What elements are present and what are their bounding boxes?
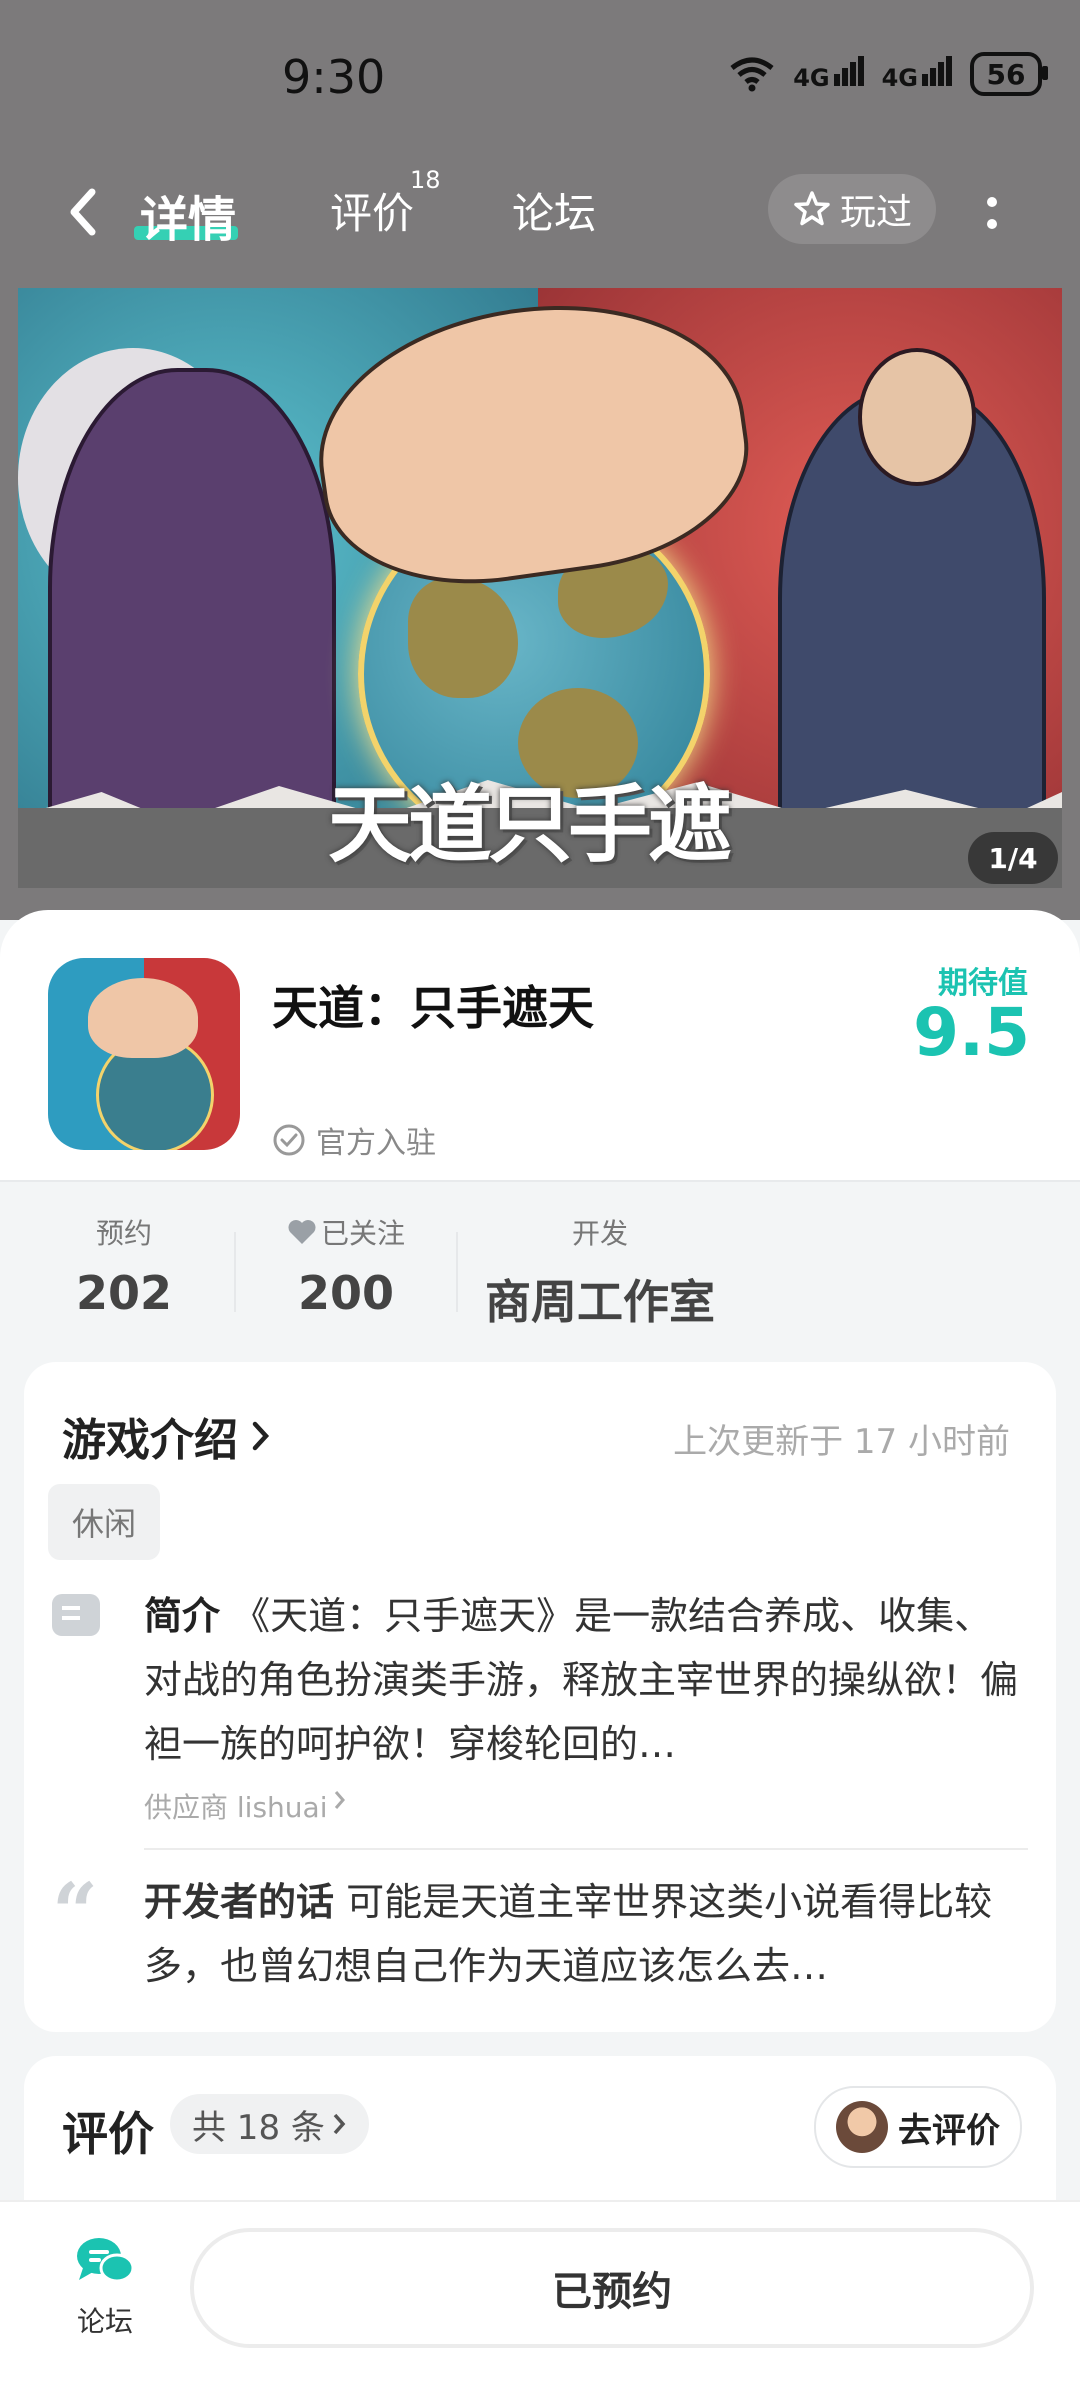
bottom-forum-label: 论坛	[76, 2305, 133, 2338]
genre-tag[interactable]: 休闲	[48, 1484, 161, 1560]
heart-icon	[288, 1220, 316, 1244]
developer-words[interactable]: 开发者的话 可能是天道主宰世界这类小说看得比较多，也曾幻想自己作为天道应该怎么去…	[144, 1870, 1024, 1998]
right-character-head	[858, 348, 976, 486]
supplier-link[interactable]: 供应商 lishuai	[144, 1786, 347, 1826]
signal-1-icon: 4G	[793, 56, 864, 92]
chevron-right-icon	[333, 2113, 346, 2135]
expect-value: 9.5	[913, 994, 1030, 1071]
stats-row: 预约 202 已关注 200 开发 商周工作室	[0, 1180, 1080, 1329]
battery-icon: 56	[970, 52, 1048, 96]
description-icon	[52, 1594, 100, 1636]
divider	[456, 1232, 458, 1312]
stat-dev-value: 商周工作室	[485, 1275, 715, 1329]
app-icon	[48, 958, 240, 1150]
desc-text: 《天道：只手遮天》是一款结合养成、收集、对战的角色扮演类手游，释放主宰世界的操纵…	[144, 1594, 1019, 1766]
reviews-title: 评价	[62, 2107, 154, 2161]
stat-follow[interactable]: 已关注 200	[276, 1212, 416, 1320]
intro-updated-time: 上次更新于 17 小时前	[673, 1422, 1010, 1462]
game-intro-card: 游戏介绍 上次更新于 17 小时前 休闲 简介 《天道：只手遮天》是一款结合养成…	[24, 1362, 1056, 2032]
tab-detail[interactable]: 详情	[140, 180, 236, 250]
reviews-count: 共 18 条	[192, 2107, 325, 2148]
supplier-label: 供应商 lishuai	[144, 1791, 328, 1824]
chevron-right-icon	[335, 1791, 346, 1809]
stat-dev-label: 开发	[571, 1217, 628, 1250]
stat-developer[interactable]: 开发 商周工作室	[480, 1212, 720, 1332]
signal-2-icon: 4G	[882, 56, 952, 92]
tab-forum[interactable]: 论坛	[512, 180, 596, 241]
stat-follow-label-row: 已关注	[276, 1212, 416, 1252]
stat-follow-value: 200	[297, 1266, 395, 1320]
status-icons: 4G 4G 56	[729, 52, 1048, 96]
banner-logo: 天道只手遮天	[328, 775, 732, 874]
dev-words-label: 开发者的话	[144, 1880, 335, 1924]
status-bar: 9:30 4G 4G 56	[0, 0, 1080, 160]
check-circle-icon	[273, 1124, 305, 1156]
write-review-label: 去评价	[898, 2110, 1000, 2151]
left-character	[48, 368, 336, 856]
official-label: 官方入驻	[316, 1126, 436, 1161]
divider	[234, 1232, 236, 1312]
banner-image[interactable]: 天道只手遮天 1/4	[18, 288, 1062, 888]
official-badge: 官方入驻	[272, 1118, 436, 1162]
status-time: 9:30	[282, 50, 386, 104]
banner-area: 天道只手遮天 1/4	[0, 280, 1080, 920]
signal-2-label: 4G	[881, 64, 918, 92]
star-outline-icon	[794, 191, 830, 226]
stat-reserve-value: 202	[75, 1266, 173, 1320]
battery-level: 56	[986, 57, 1026, 91]
tab-review-count: 18	[410, 166, 441, 194]
signal-1-label: 4G	[793, 64, 830, 92]
divider	[144, 1848, 1028, 1850]
played-label: 玩过	[839, 192, 912, 233]
game-info-card: 天道：只手遮天 官方入驻 期待值 9.5	[0, 910, 1080, 1180]
bottom-forum-tab[interactable]: 论坛	[60, 2234, 150, 2340]
stat-follow-label: 已关注	[320, 1217, 405, 1250]
intro-title-link[interactable]: 游戏介绍	[62, 1404, 272, 1468]
more-vertical-icon[interactable]	[980, 188, 1004, 238]
avatar	[836, 2101, 888, 2153]
desc-label: 简介	[144, 1594, 221, 1638]
intro-title: 游戏介绍	[62, 1415, 238, 1466]
wifi-icon	[730, 57, 774, 92]
quote-icon: “	[52, 1865, 99, 1959]
chevron-right-icon	[252, 1421, 270, 1451]
chat-bubble-icon	[77, 2238, 135, 2283]
played-button[interactable]: 玩过	[768, 174, 936, 244]
stat-reserve-label: 预约	[95, 1217, 152, 1250]
reserved-button[interactable]: 已预约	[190, 2228, 1034, 2348]
write-review-button[interactable]: 去评价	[814, 2086, 1022, 2168]
stat-reserve: 预约 202	[64, 1212, 184, 1320]
back-arrow-icon[interactable]	[56, 182, 116, 242]
reviews-count-button[interactable]: 共 18 条	[170, 2094, 369, 2154]
top-nav: 详情 评价 18 论坛 玩过	[0, 160, 1080, 280]
tab-review[interactable]: 评价	[330, 180, 414, 241]
bottom-bar: 论坛 已预约	[0, 2200, 1080, 2402]
game-title: 天道：只手遮天	[272, 981, 594, 1035]
game-description[interactable]: 简介 《天道：只手遮天》是一款结合养成、收集、对战的角色扮演类手游，释放主宰世界…	[144, 1584, 1024, 1776]
banner-pager: 1/4	[968, 832, 1058, 884]
